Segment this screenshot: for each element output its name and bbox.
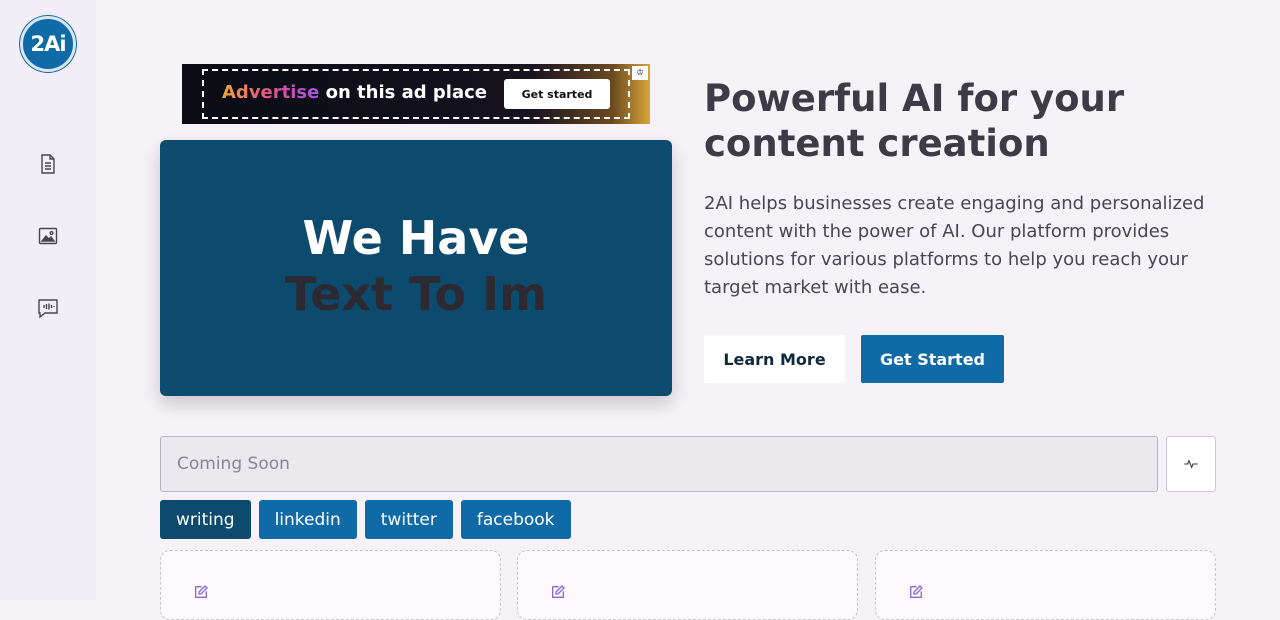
category-tags: writing linkedin twitter facebook: [160, 500, 571, 539]
activity-button[interactable]: [1166, 436, 1216, 492]
app-logo[interactable]: 2Ai: [20, 16, 76, 72]
search-input[interactable]: [160, 436, 1158, 492]
tag-facebook[interactable]: facebook: [460, 500, 571, 539]
ad-banner[interactable]: Advertise on this ad place Get started ♔: [182, 64, 650, 124]
tool-card[interactable]: [875, 550, 1216, 620]
edit-icon: [552, 585, 565, 598]
document-icon[interactable]: [36, 152, 60, 176]
hero-card: We Have Text To Im: [160, 140, 672, 396]
edit-icon: [910, 585, 923, 598]
get-started-button[interactable]: Get Started: [861, 335, 1004, 383]
tool-card[interactable]: [160, 550, 501, 620]
ad-get-started-button[interactable]: Get started: [504, 79, 610, 109]
page-description: 2AI helps businesses create engaging and…: [704, 193, 1205, 298]
hero-typing-text: Text To Im: [284, 267, 548, 321]
tag-writing[interactable]: writing: [160, 500, 251, 539]
page-headline: Powerful AI for your content creation: [704, 77, 1125, 165]
ad-choices-icon[interactable]: ♔: [632, 66, 648, 80]
edit-icon: [195, 585, 208, 598]
activity-icon: [1184, 459, 1198, 469]
sidebar: 2Ai: [0, 0, 96, 600]
chat-audio-icon[interactable]: [36, 296, 60, 320]
ad-highlight: Advertise: [222, 82, 320, 103]
image-icon[interactable]: [36, 224, 60, 248]
tool-card[interactable]: [517, 550, 858, 620]
tag-linkedin[interactable]: linkedin: [258, 500, 357, 539]
ad-text: Advertise on this ad place: [222, 82, 487, 103]
app-logo-text: 2Ai: [30, 32, 66, 56]
hero-title: We Have: [302, 211, 530, 265]
learn-more-button[interactable]: Learn More: [704, 335, 845, 383]
ad-body: on this ad place: [319, 82, 488, 103]
tag-twitter[interactable]: twitter: [364, 500, 453, 539]
